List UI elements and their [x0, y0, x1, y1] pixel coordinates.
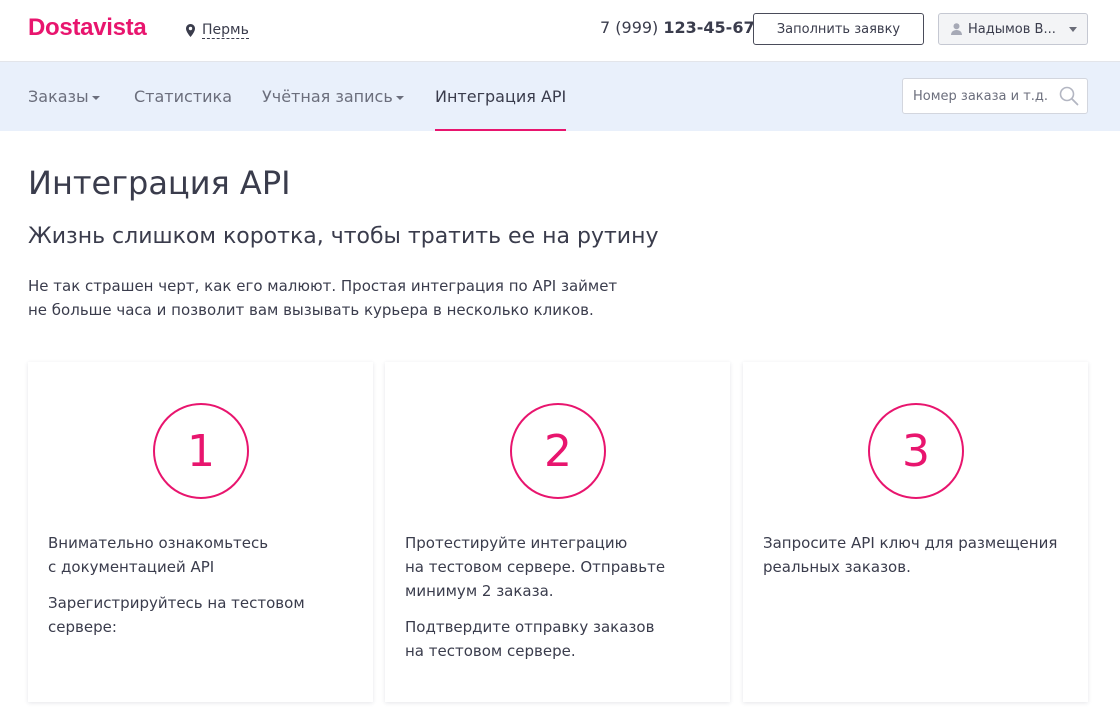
step-number: 3	[868, 403, 964, 499]
step-text: Запросите API ключ для размещения реальн…	[763, 531, 1063, 591]
step-text: Протестируйте интеграцию на тестовом сер…	[405, 531, 705, 675]
page-title: Интеграция API	[28, 164, 291, 202]
main-navigation: Заказы Статистика Учётная запись Интегра…	[0, 62, 1120, 131]
phone-prefix: 7 (999)	[600, 18, 664, 37]
phone-main: 123-45-67	[663, 18, 755, 37]
nav-item-label: Учётная запись	[262, 87, 393, 106]
chevron-down-icon	[1069, 26, 1077, 32]
phone-number: 7 (999) 123-45-67	[600, 18, 755, 37]
intro-line: не больше часа и позволит вам вызывать к…	[28, 301, 594, 319]
nav-item-orders[interactable]: Заказы	[28, 62, 100, 131]
nav-item-label: Интеграция API	[435, 87, 567, 106]
step-paragraph: Протестируйте интеграцию на тестовом сер…	[405, 534, 666, 600]
nav-item-label: Заказы	[28, 87, 89, 106]
nav-item-account[interactable]: Учётная запись	[262, 62, 404, 131]
city-selector[interactable]: Пермь	[186, 20, 249, 40]
step-paragraph: Внимательно ознакомьтесь с документацией…	[48, 534, 269, 576]
intro-text: Не так страшен черт, как его малюют. Про…	[28, 274, 648, 322]
nav-item-statistics[interactable]: Статистика	[134, 62, 232, 131]
step-text: Внимательно ознакомьтесь с документацией…	[48, 531, 348, 651]
page-subtitle: Жизнь слишком коротка, чтобы тратить ее …	[28, 224, 659, 249]
step-paragraph: Запросите API ключ для размещения реальн…	[763, 534, 1058, 576]
user-icon	[951, 23, 962, 35]
nav-item-label: Статистика	[134, 87, 232, 106]
dropdown-arrow-icon	[395, 95, 404, 100]
order-search[interactable]	[902, 78, 1088, 114]
nav-item-api-integration[interactable]: Интеграция API	[435, 62, 567, 131]
location-pin-icon	[186, 23, 195, 37]
logo[interactable]: Dostavista	[28, 14, 147, 42]
top-header: Dostavista Пермь 7 (999) 123-45-67 Запол…	[0, 0, 1120, 62]
city-name[interactable]: Пермь	[202, 22, 249, 39]
search-input[interactable]	[903, 88, 1053, 104]
intro-line: Не так страшен черт, как его малюют. Про…	[28, 277, 618, 295]
search-icon[interactable]	[1059, 86, 1079, 106]
fill-order-button[interactable]: Заполнить заявку	[753, 13, 924, 45]
step-paragraph: Подтвердите отправку заказов на тестовом…	[405, 618, 655, 660]
step-card-1: 1 Внимательно ознакомьтесь с документаци…	[28, 362, 373, 702]
dropdown-arrow-icon	[91, 95, 100, 100]
user-name: Надымов В...	[968, 21, 1056, 37]
step-paragraph: Зарегистрируйтесь на тестовом сервере:	[48, 594, 305, 636]
user-menu-button[interactable]: Надымов В...	[938, 13, 1088, 45]
step-number: 1	[153, 403, 249, 499]
step-card-3: 3 Запросите API ключ для размещения реал…	[743, 362, 1088, 702]
step-number: 2	[510, 403, 606, 499]
step-card-2: 2 Протестируйте интеграцию на тестовом с…	[385, 362, 730, 702]
